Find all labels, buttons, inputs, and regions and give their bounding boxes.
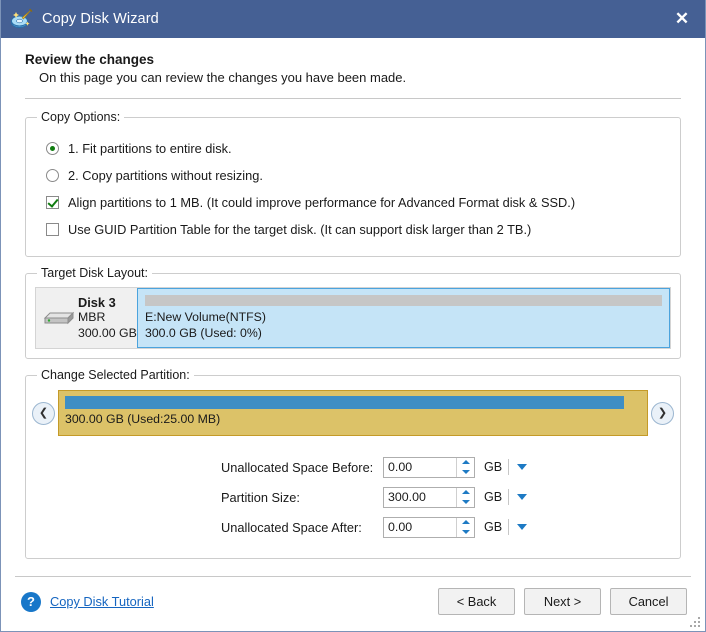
partition-size-input[interactable]: 300.00 — [384, 488, 456, 507]
disk-name: Disk 3 — [78, 295, 137, 311]
option-label: 1. Fit partitions to entire disk. — [68, 141, 232, 156]
title-bar: Copy Disk Wizard ✕ — [1, 0, 705, 38]
target-partition-block[interactable]: E:New Volume(NTFS) 300.0 GB (Used: 0%) — [137, 288, 670, 348]
checkbox-use-gpt[interactable] — [46, 223, 59, 236]
copy-disk-wizard-icon — [11, 8, 33, 30]
partition-label: E:New Volume(NTFS) — [145, 310, 662, 326]
copy-options-legend: Copy Options: — [37, 110, 124, 124]
stepper-up-icon[interactable] — [457, 488, 474, 498]
partition-slider-row: ❮ 300.00 GB (Used:25.00 MB) ❯ — [26, 390, 680, 436]
field-label: Unallocated Space After: — [221, 520, 383, 535]
target-disk-legend: Target Disk Layout: — [37, 266, 152, 280]
partition-usage-bar — [145, 295, 662, 306]
unit-dropdown-icon[interactable] — [517, 494, 527, 500]
selected-partition-label: 300.00 GB (Used:25.00 MB) — [65, 412, 641, 426]
unit-divider — [508, 489, 509, 505]
change-partition-legend: Change Selected Partition: — [37, 368, 194, 382]
stepper-buttons — [456, 518, 474, 537]
stepper-up-icon[interactable] — [457, 518, 474, 528]
partition-size-fields: Unallocated Space Before: 0.00 GB Partit… — [26, 452, 680, 542]
stepper-buttons — [456, 458, 474, 477]
copy-options-group: Copy Options: 1. Fit partitions to entir… — [25, 117, 681, 257]
disk-info: Disk 3 MBR 300.00 GB — [36, 288, 137, 348]
partition-size-used: 300.0 GB (Used: 0%) — [145, 326, 662, 342]
unit-label: GB — [484, 490, 506, 504]
page-subtitle: On this page you can review the changes … — [39, 70, 681, 85]
option-fit-partitions[interactable]: 1. Fit partitions to entire disk. — [26, 135, 680, 162]
option-label: 2. Copy partitions without resizing. — [68, 168, 263, 183]
option-label: Use GUID Partition Table for the target … — [68, 222, 531, 237]
option-use-gpt[interactable]: Use GUID Partition Table for the target … — [26, 216, 680, 243]
target-disk-layout-group: Target Disk Layout: Disk 3 MBR 300.00 GB — [25, 273, 681, 359]
help-icon[interactable]: ? — [21, 592, 41, 612]
stepper-up-icon[interactable] — [457, 458, 474, 468]
footer-bar: ? Copy Disk Tutorial < Back Next > Cance… — [1, 577, 705, 615]
back-button[interactable]: < Back — [438, 588, 515, 615]
field-label: Unallocated Space Before: — [221, 460, 383, 475]
disk-scheme: MBR — [78, 310, 137, 326]
field-partition-size: Partition Size: 300.00 GB — [26, 482, 680, 512]
unit-label: GB — [484, 520, 506, 534]
radio-copy-without-resizing[interactable] — [46, 169, 59, 182]
stepper-down-icon[interactable] — [457, 467, 474, 477]
unallocated-before-input[interactable]: 0.00 — [384, 458, 456, 477]
disk-meta: Disk 3 MBR 300.00 GB — [76, 295, 137, 342]
copy-disk-tutorial-link[interactable]: Copy Disk Tutorial — [50, 594, 154, 609]
unit-divider — [508, 459, 509, 475]
option-label: Align partitions to 1 MB. (It could impr… — [68, 195, 575, 210]
cancel-button[interactable]: Cancel — [610, 588, 687, 615]
window-title: Copy Disk Wizard — [42, 11, 159, 27]
stepper-down-icon[interactable] — [457, 497, 474, 507]
change-selected-partition-group: Change Selected Partition: ❮ 300.00 GB (… — [25, 375, 681, 559]
unallocated-after-stepper[interactable]: 0.00 — [383, 517, 475, 538]
chevron-left-icon[interactable]: ❮ — [32, 402, 55, 425]
stepper-down-icon[interactable] — [457, 527, 474, 537]
field-unallocated-before: Unallocated Space Before: 0.00 GB — [26, 452, 680, 482]
unallocated-before-stepper[interactable]: 0.00 — [383, 457, 475, 478]
header-divider — [25, 98, 681, 99]
next-button[interactable]: Next > — [524, 588, 601, 615]
close-icon[interactable]: ✕ — [659, 0, 705, 38]
unallocated-after-input[interactable]: 0.00 — [384, 518, 456, 537]
unit-divider — [508, 519, 509, 535]
unit-dropdown-icon[interactable] — [517, 464, 527, 470]
chevron-right-icon[interactable]: ❯ — [651, 402, 674, 425]
field-unallocated-after: Unallocated Space After: 0.00 GB — [26, 512, 680, 542]
stepper-buttons — [456, 488, 474, 507]
selected-partition-bar[interactable]: 300.00 GB (Used:25.00 MB) — [58, 390, 648, 436]
copy-disk-wizard-window: Copy Disk Wizard ✕ Review the changes On… — [0, 0, 706, 632]
page-header: Review the changes On this page you can … — [1, 38, 705, 85]
option-align-partitions[interactable]: Align partitions to 1 MB. (It could impr… — [26, 189, 680, 216]
unit-dropdown-icon[interactable] — [517, 524, 527, 530]
radio-fit-partitions[interactable] — [46, 142, 59, 155]
page-title: Review the changes — [25, 52, 681, 67]
checkbox-align-partitions[interactable] — [46, 196, 59, 209]
partition-size-stepper[interactable]: 300.00 — [383, 487, 475, 508]
option-copy-without-resizing[interactable]: 2. Copy partitions without resizing. — [26, 162, 680, 189]
unit-label: GB — [484, 460, 506, 474]
disk-row[interactable]: Disk 3 MBR 300.00 GB E:New Volume(NTFS) … — [35, 287, 671, 349]
resize-grip[interactable] — [690, 617, 702, 629]
hard-disk-icon — [42, 305, 76, 332]
selected-partition-fill — [65, 396, 624, 409]
field-label: Partition Size: — [221, 490, 383, 505]
disk-size: 300.00 GB — [78, 326, 137, 342]
